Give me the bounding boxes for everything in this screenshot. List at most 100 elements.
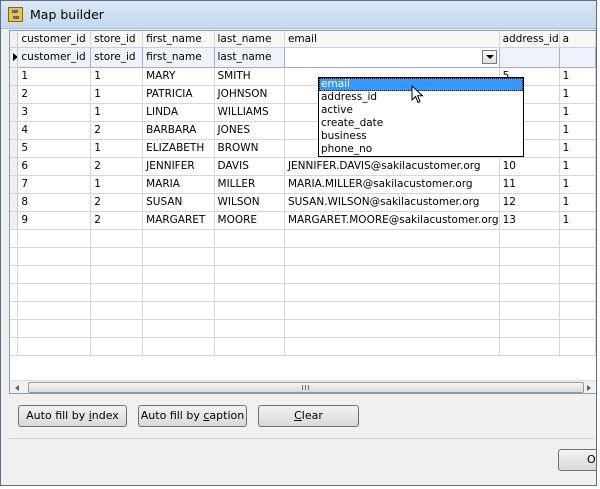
row-indicator: [10, 157, 19, 176]
table-cell[interactable]: 12: [499, 193, 560, 212]
table-cell[interactable]: LINDA: [142, 103, 215, 122]
table-cell[interactable]: 1: [559, 121, 596, 140]
table-cell[interactable]: MARGARET: [142, 211, 215, 230]
table-cell[interactable]: 11: [499, 175, 560, 194]
table-cell[interactable]: 1: [90, 139, 144, 158]
table-cell[interactable]: 3: [17, 103, 92, 122]
mapping-cell[interactable]: [498, 46, 560, 68]
table-row[interactable]: 6 2 JENNIFER DAVIS JENNIFER.DAVIS@sakilacust…: [10, 157, 596, 176]
table-row[interactable]: 8 2 SUSAN WILSON SUSAN.WILSON@sakilacustomer…: [10, 193, 596, 212]
table-cell[interactable]: 1: [559, 193, 596, 212]
auto-fill-by-caption-button[interactable]: Auto fill by caption: [138, 405, 247, 427]
row-indicator: [10, 103, 19, 122]
window-title: Map builder: [30, 7, 104, 22]
title-bar: Map builder: [1, 1, 596, 29]
column-header[interactable]: a: [559, 31, 596, 48]
table-cell[interactable]: 1: [90, 175, 144, 194]
table-cell[interactable]: BROWN: [214, 139, 285, 158]
row-indicator: [10, 67, 19, 86]
table-cell[interactable]: 6: [17, 157, 92, 176]
map-builder-icon: [8, 7, 23, 22]
table-cell[interactable]: WILSON: [214, 193, 285, 212]
table-cell[interactable]: 13: [499, 211, 560, 230]
table-cell[interactable]: 10: [499, 157, 560, 176]
table-row[interactable]: 9 2 MARGARET MOORE MARGARET.MOORE@sakilacust…: [10, 211, 596, 230]
table-cell[interactable]: 1: [559, 211, 596, 230]
row-indicator: [10, 139, 19, 158]
dropdown-option[interactable]: business: [319, 130, 523, 143]
header-row: customer_id store_id first_name last_name em…: [10, 31, 596, 48]
table-cell[interactable]: 2: [17, 85, 92, 104]
horizontal-scrollbar[interactable]: [10, 380, 596, 393]
table-cell[interactable]: 5: [17, 139, 92, 158]
table-cell[interactable]: SUSAN.WILSON@sakilacustomer.org: [284, 193, 500, 212]
table-cell[interactable]: DAVIS: [214, 157, 285, 176]
mapping-cell[interactable]: [558, 46, 596, 68]
dropdown-arrow-icon[interactable]: [481, 49, 497, 64]
table-cell[interactable]: 1: [90, 67, 144, 86]
table-cell[interactable]: 1: [559, 175, 596, 194]
table-cell[interactable]: PATRICIA: [142, 85, 215, 104]
column-header[interactable]: last_name: [214, 31, 285, 48]
table-cell[interactable]: 1: [559, 157, 596, 176]
mapping-row[interactable]: customer_id store_id first_name last_name: [10, 46, 596, 68]
table-cell[interactable]: MARY: [142, 67, 215, 86]
table-cell[interactable]: 1: [90, 85, 144, 104]
table-cell[interactable]: MOORE: [214, 211, 285, 230]
mapping-cell[interactable]: last_name: [213, 46, 285, 68]
table-cell[interactable]: 2: [90, 211, 144, 230]
table-cell[interactable]: SUSAN: [142, 193, 215, 212]
ok-button[interactable]: O: [558, 449, 596, 471]
scrollbar-thumb[interactable]: [28, 382, 584, 393]
table-cell[interactable]: JOHNSON: [214, 85, 285, 104]
dropdown-option[interactable]: create_date: [319, 117, 523, 130]
table-cell[interactable]: 2: [90, 157, 144, 176]
table-cell[interactable]: MARGARET.MOORE@sakilacustomer.org: [284, 211, 500, 230]
table-cell[interactable]: 1: [559, 103, 596, 122]
mapping-cell[interactable]: customer_id: [17, 46, 92, 68]
dropdown-option[interactable]: active: [319, 104, 523, 117]
table-cell[interactable]: 1: [17, 67, 92, 86]
table-cell[interactable]: MARIA.MILLER@sakilacustomer.org: [284, 175, 500, 194]
table-cell[interactable]: 2: [90, 121, 144, 140]
table-cell[interactable]: 1: [90, 103, 144, 122]
table-row[interactable]: 7 1 MARIA MILLER MARIA.MILLER@sakilacustomer…: [10, 175, 596, 194]
column-header[interactable]: email: [284, 31, 500, 48]
mouse-pointer-icon: [411, 85, 424, 104]
column-header[interactable]: address_id: [499, 31, 560, 48]
table-cell[interactable]: 7: [17, 175, 92, 194]
table-cell[interactable]: 1: [559, 67, 596, 86]
scroll-right-icon[interactable]: [587, 385, 591, 391]
table-cell[interactable]: MARIA: [142, 175, 215, 194]
table-cell[interactable]: 8: [17, 193, 92, 212]
map-builder-window: Map builder customer_id store_id first_nam…: [0, 0, 597, 486]
column-header[interactable]: customer_id: [17, 31, 92, 48]
table-cell[interactable]: MILLER: [214, 175, 285, 194]
table-cell[interactable]: WILLIAMS: [214, 103, 285, 122]
clear-button[interactable]: Clear: [258, 405, 359, 427]
email-mapping-combobox[interactable]: [283, 46, 500, 68]
table-cell[interactable]: 1: [559, 85, 596, 104]
table-cell[interactable]: 1: [559, 139, 596, 158]
table-cell[interactable]: 2: [90, 193, 144, 212]
table-cell[interactable]: JENNIFER: [142, 157, 215, 176]
table-cell[interactable]: 4: [17, 121, 92, 140]
row-indicator: [10, 85, 19, 104]
dropdown-option[interactable]: phone_no: [319, 143, 523, 156]
scroll-left-icon[interactable]: [15, 385, 19, 391]
table-cell[interactable]: JONES: [214, 121, 285, 140]
row-indicator: [10, 211, 19, 230]
scrollbar-grip-icon: [302, 385, 309, 390]
table-cell[interactable]: 9: [17, 211, 92, 230]
column-header[interactable]: store_id: [90, 31, 144, 48]
column-header[interactable]: first_name: [142, 31, 215, 48]
mapping-cell[interactable]: first_name: [142, 46, 215, 68]
auto-fill-by-index-button[interactable]: Auto fill by index: [18, 405, 127, 427]
table-cell[interactable]: SMITH: [214, 67, 285, 86]
table-cell[interactable]: JENNIFER.DAVIS@sakilacustomer.org: [284, 157, 500, 176]
mapping-cell[interactable]: store_id: [90, 46, 144, 68]
row-indicator: [10, 175, 19, 194]
table-cell[interactable]: BARBARA: [142, 121, 215, 140]
table-cell[interactable]: ELIZABETH: [142, 139, 215, 158]
button-panel-divider: [9, 438, 594, 439]
